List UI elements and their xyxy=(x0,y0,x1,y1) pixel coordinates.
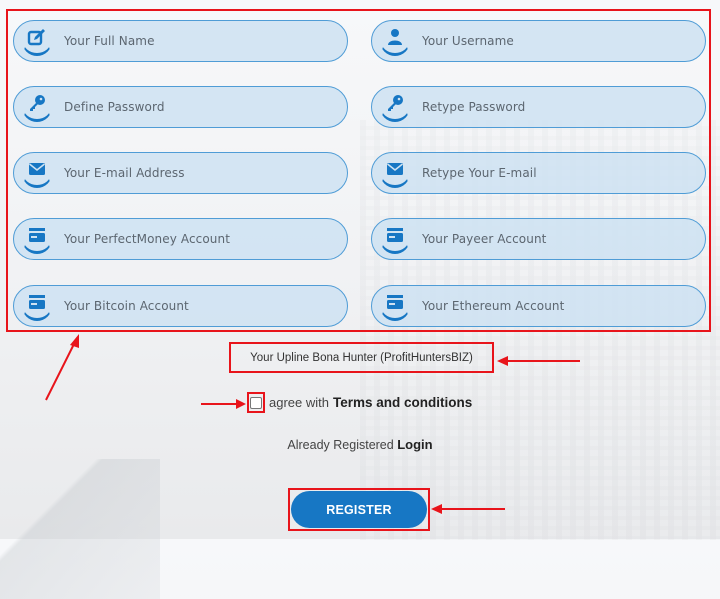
envelope-icon xyxy=(374,152,416,194)
credit-card-icon xyxy=(374,218,416,260)
terms-checkbox-highlight xyxy=(247,392,265,413)
bitcoin-placeholder: Your Bitcoin Account xyxy=(64,299,189,313)
agree-prefix: agree with xyxy=(269,395,329,410)
key-icon xyxy=(374,86,416,128)
username-field[interactable]: Your Username xyxy=(371,20,706,62)
username-placeholder: Your Username xyxy=(422,34,514,48)
email-field[interactable]: Your E-mail Address xyxy=(13,152,348,194)
email-confirm-field[interactable]: Retype Your E-mail xyxy=(371,152,706,194)
login-prefix: Already Registered xyxy=(287,438,394,452)
perfectmoney-placeholder: Your PerfectMoney Account xyxy=(64,232,231,246)
login-link[interactable]: Login xyxy=(397,437,432,452)
full-name-field[interactable]: Your Full Name xyxy=(13,20,348,62)
edit-icon xyxy=(16,20,58,62)
password-placeholder: Define Password xyxy=(64,100,165,114)
terms-checkbox[interactable] xyxy=(250,396,262,409)
email-confirm-placeholder: Retype Your E-mail xyxy=(422,166,537,180)
user-icon xyxy=(374,20,416,62)
key-icon xyxy=(16,86,58,128)
email-placeholder: Your E-mail Address xyxy=(64,166,185,180)
perfectmoney-field[interactable]: Your PerfectMoney Account xyxy=(13,218,348,260)
password-field[interactable]: Define Password xyxy=(13,86,348,128)
arrow-to-checkbox xyxy=(201,399,246,409)
payeer-field[interactable]: Your Payeer Account xyxy=(371,218,706,260)
terms-link[interactable]: Terms and conditions xyxy=(333,395,472,410)
bitcoin-field[interactable]: Your Bitcoin Account xyxy=(13,285,348,327)
full-name-placeholder: Your Full Name xyxy=(64,34,155,48)
envelope-icon xyxy=(16,152,58,194)
password-confirm-placeholder: Retype Password xyxy=(422,100,526,114)
payeer-placeholder: Your Payeer Account xyxy=(422,232,547,246)
terms-agreement: agree with Terms and conditions xyxy=(247,392,472,413)
credit-card-icon xyxy=(374,285,416,327)
upline-text: Your Upline Bona Hunter (ProfitHuntersBI… xyxy=(250,351,473,364)
register-highlight-box: REGISTER xyxy=(288,488,430,531)
ethereum-placeholder: Your Ethereum Account xyxy=(422,299,565,313)
login-prompt: Already Registered Login xyxy=(0,437,720,452)
upline-info: Your Upline Bona Hunter (ProfitHuntersBI… xyxy=(229,342,494,373)
credit-card-icon xyxy=(16,218,58,260)
password-confirm-field[interactable]: Retype Password xyxy=(371,86,706,128)
ethereum-field[interactable]: Your Ethereum Account xyxy=(371,285,706,327)
credit-card-icon xyxy=(16,285,58,327)
background-shape xyxy=(0,459,160,599)
register-button[interactable]: REGISTER xyxy=(291,491,427,528)
arrow-to-fields xyxy=(45,334,79,401)
